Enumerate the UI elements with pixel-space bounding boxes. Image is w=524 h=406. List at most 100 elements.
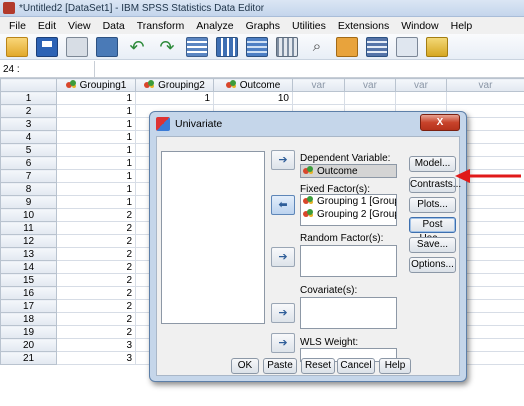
post-hoc-button[interactable]: Post Hoc... (409, 217, 456, 244)
dependent-variable-field[interactable]: Outcome (300, 164, 397, 178)
save-icon[interactable] (36, 36, 58, 57)
row-number-cell[interactable]: 10 (0, 208, 57, 222)
data-cell[interactable]: 3 (56, 351, 136, 365)
column-header[interactable]: var (292, 78, 345, 92)
menu-transform[interactable]: Transform (131, 20, 190, 32)
fixed-factor-item[interactable]: Grouping 2 [Groupin... (301, 208, 396, 221)
select-cases-icon[interactable] (426, 36, 448, 57)
data-cell[interactable] (344, 91, 396, 105)
data-cell[interactable]: 1 (56, 182, 136, 196)
row-number-cell[interactable]: 6 (0, 156, 57, 170)
find-icon[interactable]: ⌕ (306, 37, 328, 57)
options-button[interactable]: Options... (409, 257, 456, 273)
data-cell[interactable]: 1 (56, 195, 136, 209)
menu-view[interactable]: View (62, 20, 97, 32)
move-to-random-button[interactable]: ➔ (271, 247, 295, 267)
contrasts-button[interactable]: Contrasts... (409, 177, 461, 193)
row-number-cell[interactable]: 4 (0, 130, 57, 144)
data-cell[interactable]: 2 (56, 312, 136, 326)
menu-edit[interactable]: Edit (32, 20, 62, 32)
data-cell[interactable]: 1 (56, 156, 136, 170)
menu-utilities[interactable]: Utilities (286, 20, 332, 32)
row-number-cell[interactable]: 13 (0, 247, 57, 261)
menu-help[interactable]: Help (445, 20, 479, 32)
goto-case-icon[interactable] (186, 36, 208, 57)
data-cell[interactable]: 1 (56, 130, 136, 144)
data-cell[interactable]: 1 (56, 169, 136, 183)
data-cell[interactable]: 2 (56, 221, 136, 235)
model-button[interactable]: Model... (409, 156, 456, 172)
menu-file[interactable]: File (3, 20, 32, 32)
source-variable-list[interactable] (161, 151, 265, 324)
menu-analyze[interactable]: Analyze (190, 20, 239, 32)
reset-button[interactable]: Reset (301, 358, 335, 374)
fixed-factors-list[interactable]: Grouping 1 [Groupin... Grouping 2 [Group… (300, 194, 397, 226)
data-cell[interactable]: 3 (56, 338, 136, 352)
data-cell[interactable]: 1 (56, 143, 136, 157)
data-cell[interactable]: 1 (56, 117, 136, 131)
data-cell[interactable]: 1 (56, 104, 136, 118)
move-to-wls-button[interactable]: ➔ (271, 333, 295, 353)
corner-cell[interactable] (0, 78, 57, 92)
column-header[interactable]: var (344, 78, 396, 92)
split-file-icon[interactable] (366, 36, 388, 57)
row-number-cell[interactable]: 9 (0, 195, 57, 209)
data-cell[interactable]: 2 (56, 286, 136, 300)
move-to-covariate-button[interactable]: ➔ (271, 303, 295, 323)
data-cell[interactable] (446, 91, 524, 105)
undo-icon[interactable]: ↶ (126, 37, 148, 57)
variables-icon[interactable] (246, 36, 268, 57)
column-header[interactable]: Grouping1 (56, 78, 136, 92)
open-folder-icon[interactable] (6, 36, 28, 57)
data-cell[interactable]: 1 (56, 91, 136, 105)
row-number-cell[interactable]: 20 (0, 338, 57, 352)
goto-variable-icon[interactable] (216, 36, 238, 57)
cancel-button[interactable]: Cancel (337, 358, 375, 374)
row-number-cell[interactable]: 17 (0, 299, 57, 313)
row-number-cell[interactable]: 12 (0, 234, 57, 248)
weight-cases-icon[interactable] (396, 36, 418, 57)
column-header[interactable]: Grouping2 (135, 78, 214, 92)
split-view-icon[interactable] (276, 36, 298, 57)
close-button[interactable]: X (420, 114, 460, 131)
data-cell[interactable]: 2 (56, 273, 136, 287)
save-button[interactable]: Save... (409, 237, 456, 253)
insert-cases-icon[interactable] (336, 36, 358, 57)
random-factors-list[interactable] (300, 245, 397, 277)
column-header[interactable]: var (395, 78, 447, 92)
move-to-fixed-button[interactable]: ⬅ (271, 195, 295, 215)
data-cell[interactable]: 2 (56, 260, 136, 274)
row-number-cell[interactable]: 1 (0, 91, 57, 105)
row-number-cell[interactable]: 3 (0, 117, 57, 131)
ok-button[interactable]: OK (231, 358, 259, 374)
paste-button[interactable]: Paste (263, 358, 297, 374)
row-number-cell[interactable]: 14 (0, 260, 57, 274)
row-number-cell[interactable]: 8 (0, 182, 57, 196)
data-cell[interactable]: 2 (56, 247, 136, 261)
redo-icon[interactable]: ↷ (156, 37, 178, 57)
print-icon[interactable] (66, 36, 88, 57)
data-cell[interactable] (395, 91, 447, 105)
move-to-dependent-button[interactable]: ➔ (271, 150, 295, 170)
data-cell[interactable]: 2 (56, 234, 136, 248)
data-cell[interactable]: 2 (56, 325, 136, 339)
row-number-cell[interactable]: 16 (0, 286, 57, 300)
row-number-cell[interactable]: 7 (0, 169, 57, 183)
data-cell[interactable]: 2 (56, 208, 136, 222)
column-header[interactable]: var (446, 78, 524, 92)
data-cell[interactable]: 1 (135, 91, 214, 105)
data-cell[interactable] (292, 91, 345, 105)
row-number-cell[interactable]: 2 (0, 104, 57, 118)
row-number-cell[interactable]: 5 (0, 143, 57, 157)
row-number-cell[interactable]: 11 (0, 221, 57, 235)
menu-graphs[interactable]: Graphs (240, 20, 286, 32)
row-number-cell[interactable]: 21 (0, 351, 57, 365)
row-number-cell[interactable]: 19 (0, 325, 57, 339)
column-header[interactable]: Outcome (213, 78, 293, 92)
row-number-cell[interactable]: 18 (0, 312, 57, 326)
covariates-list[interactable] (300, 297, 397, 329)
recall-dialog-icon[interactable] (96, 36, 118, 57)
data-cell[interactable]: 10 (213, 91, 293, 105)
menu-data[interactable]: Data (97, 20, 131, 32)
data-cell[interactable]: 2 (56, 299, 136, 313)
